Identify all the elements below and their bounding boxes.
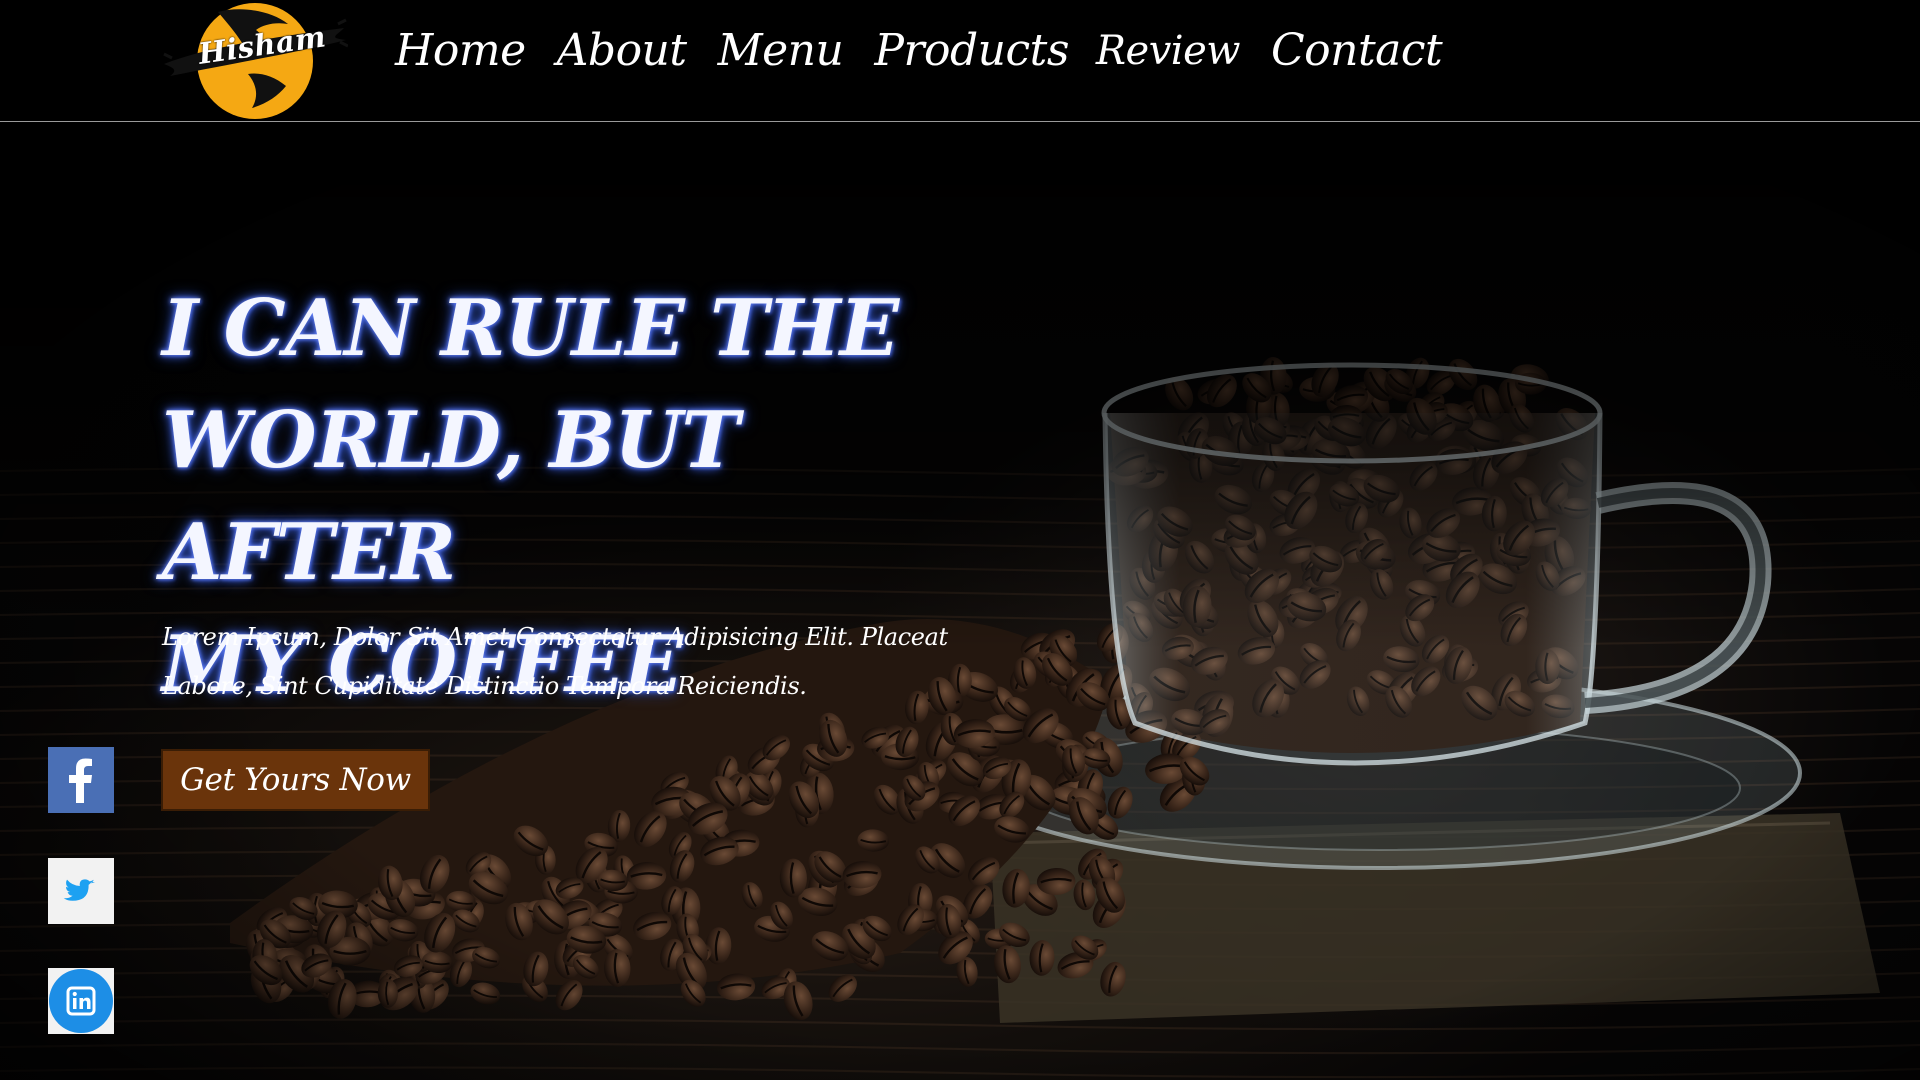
linkedin-icon [48, 968, 114, 1034]
get-yours-now-button[interactable]: Get Yours Now [161, 749, 430, 811]
nav-menu[interactable]: Menu [718, 16, 844, 86]
hero-section: I CAN RULE THE WORLD, BUT AFTER MY COFFE… [0, 123, 1920, 1080]
nav-contact[interactable]: Contact [1271, 16, 1443, 86]
nav-home[interactable]: Home [395, 16, 526, 86]
nav-products[interactable]: Products [874, 16, 1069, 86]
twitter-link[interactable] [48, 858, 114, 924]
subtext-line-2: Labore, Sint Cupiditate Distinctio Tempo… [162, 672, 807, 700]
headline-line-2: WORLD, BUT AFTER [162, 395, 739, 598]
hero-subtext: Lorem Ipsum, Dolor Sit Amet Consectetur … [162, 613, 982, 711]
brand-logo[interactable]: Hisham [160, 0, 348, 122]
headline-line-1: I CAN RULE THE [162, 283, 899, 374]
subtext-line-1: Lorem Ipsum, Dolor Sit Amet Consectetur … [162, 623, 948, 651]
linkedin-link[interactable] [48, 968, 114, 1034]
nav-about[interactable]: About [557, 16, 687, 86]
site-header: Hisham Home About Menu Products Review C… [0, 0, 1920, 122]
main-nav: Home About Menu Products Review Contact [395, 16, 1443, 86]
nav-review[interactable]: Review [1096, 16, 1241, 86]
facebook-icon [48, 747, 114, 813]
twitter-icon [48, 858, 114, 924]
facebook-link[interactable] [48, 747, 114, 813]
